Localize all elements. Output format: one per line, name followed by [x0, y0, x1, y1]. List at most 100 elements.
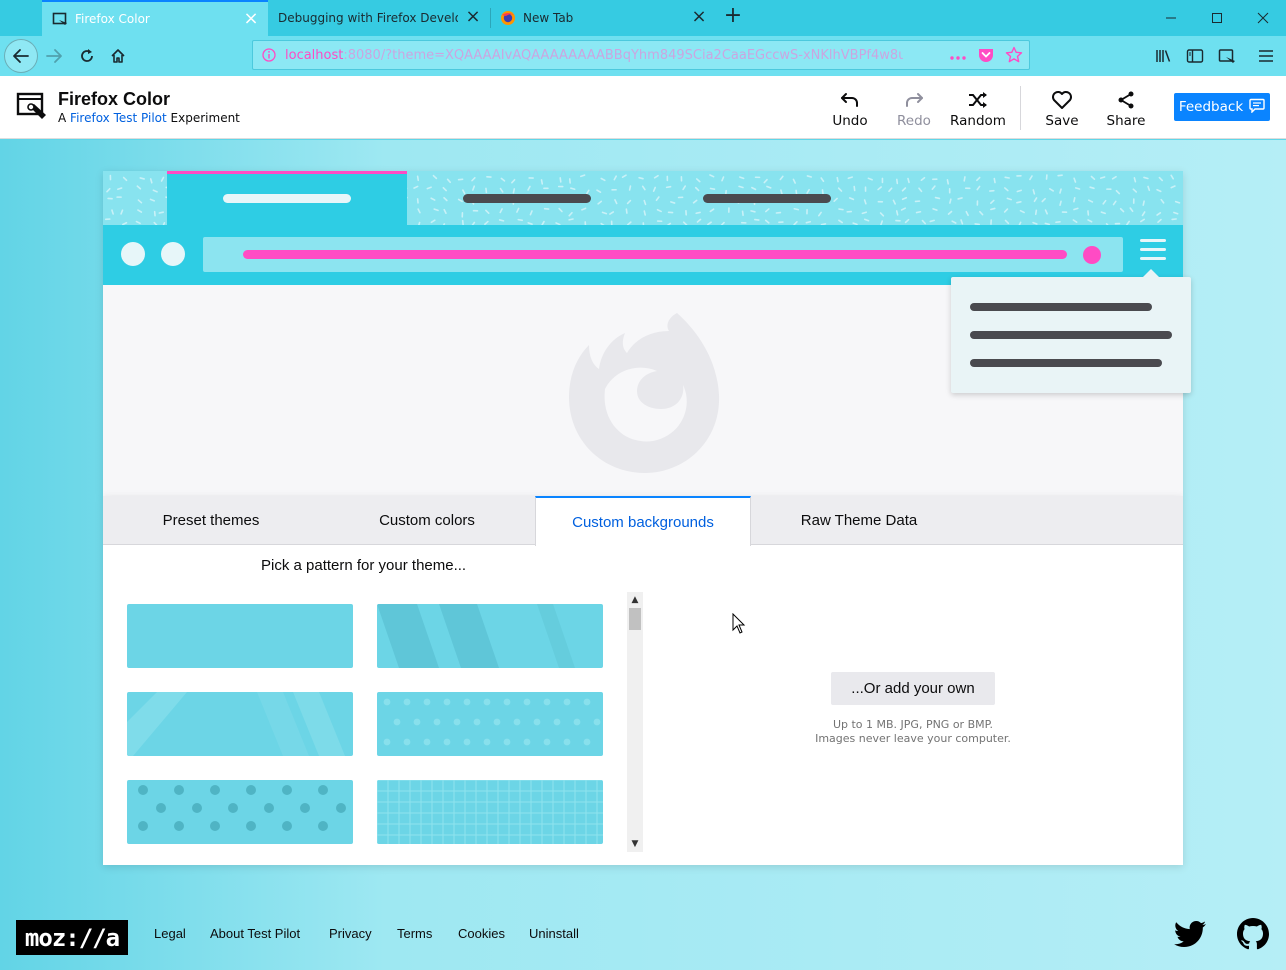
preview-url-bar	[203, 237, 1123, 272]
firefox-color-toolbar-icon[interactable]	[1215, 44, 1239, 68]
pattern-swatch-large-dots[interactable]	[127, 780, 353, 844]
subtitle-prefix: A	[58, 111, 67, 125]
footer-link-privacy[interactable]: Privacy	[329, 926, 372, 941]
random-button[interactable]: Random	[948, 90, 1008, 130]
pattern-list-scrollbar[interactable]: ▲ ▼	[627, 592, 643, 852]
scroll-thumb[interactable]	[629, 608, 641, 630]
pocket-icon[interactable]	[977, 46, 995, 68]
close-window-icon[interactable]	[1240, 0, 1286, 36]
preview-tab-title-bar	[223, 194, 351, 203]
back-arrow-icon[interactable]	[4, 39, 38, 73]
footer-link-about-test-pilot[interactable]: About Test Pilot	[210, 926, 300, 941]
hamburger-menu-icon[interactable]	[1254, 44, 1278, 68]
upload-privacy-hint: Images never leave your computer.	[815, 732, 1011, 745]
redo-icon	[903, 90, 925, 110]
tab-custom-backgrounds[interactable]: Custom backgrounds	[535, 496, 751, 546]
pattern-swatch-stripes-dark[interactable]	[377, 604, 603, 668]
info-icon[interactable]	[262, 48, 276, 62]
bookmark-star-icon[interactable]	[1005, 46, 1023, 68]
preview-tab-title-bar	[703, 194, 831, 203]
mouse-cursor-icon	[732, 613, 746, 634]
preview-menu-icon	[1140, 239, 1166, 267]
preview-url-dot	[1083, 246, 1101, 264]
feedback-label: Feedback	[1178, 99, 1244, 115]
preview-tab-title-bar	[463, 194, 591, 203]
browser-tab-new-tab[interactable]: New Tab ×	[490, 0, 716, 36]
preview-popup-line	[970, 303, 1152, 311]
url-path: :8080/?theme=XQAAAAIvAQAAAAAAAABBqYhm849…	[343, 47, 904, 63]
maximize-window-icon[interactable]	[1194, 0, 1240, 36]
dots-pattern	[383, 698, 601, 746]
page-actions-icon[interactable]	[949, 50, 967, 65]
redo-button[interactable]: Redo	[884, 90, 944, 130]
preview-nav-dot	[121, 242, 145, 266]
tab-title: Debugging with Firefox Developer	[278, 11, 458, 25]
home-icon[interactable]	[106, 44, 130, 68]
github-icon[interactable]	[1236, 917, 1270, 951]
save-button[interactable]: Save	[1032, 90, 1092, 130]
firefox-color-favicon-icon	[52, 11, 68, 27]
close-tab-icon[interactable]: ×	[690, 8, 708, 26]
footer-link-terms[interactable]: Terms	[397, 926, 432, 941]
preview-popup-menu	[951, 269, 1191, 393]
reload-icon[interactable]	[75, 44, 99, 68]
firefox-watermark-icon	[569, 313, 720, 473]
pattern-swatch-plain[interactable]	[127, 604, 353, 668]
browser-tab-bar: Firefox Color × Debugging with Firefox D…	[0, 0, 1286, 36]
feedback-button[interactable]: Feedback	[1174, 93, 1270, 121]
app-subtitle: A Firefox Test Pilot Experiment	[58, 111, 240, 125]
sidebar-icon[interactable]	[1183, 44, 1207, 68]
firefox-favicon-icon	[500, 10, 516, 26]
preview-tab-strip	[103, 171, 1183, 225]
close-tab-icon[interactable]: ×	[464, 8, 482, 26]
tab-raw-theme-data[interactable]: Raw Theme Data	[751, 496, 967, 545]
share-icon	[1115, 90, 1137, 110]
library-icon[interactable]	[1152, 44, 1176, 68]
pattern-swatch-grid[interactable]	[377, 780, 603, 844]
preview-popup-line	[970, 359, 1162, 367]
footer-link-cookies[interactable]: Cookies	[458, 926, 505, 941]
upload-size-hint: Up to 1 MB. JPG, PNG or BMP.	[832, 718, 994, 731]
footer-link-uninstall[interactable]: Uninstall	[529, 926, 579, 941]
stripes-pattern	[127, 692, 345, 756]
heart-icon	[1051, 90, 1073, 110]
pattern-swatch-stripes-light[interactable]	[127, 692, 353, 756]
popup-arrow	[1143, 269, 1159, 277]
tab-title: Firefox Color	[75, 12, 150, 26]
scroll-down-icon[interactable]: ▼	[627, 836, 643, 852]
firefox-color-logo-icon	[16, 90, 48, 122]
footer-link-legal[interactable]: Legal	[154, 926, 186, 941]
app-title: Firefox Color	[58, 89, 171, 109]
twitter-icon[interactable]	[1174, 917, 1208, 951]
stripes-pattern	[377, 604, 575, 668]
undo-label: Undo	[832, 113, 868, 129]
preview-nav-dot	[161, 242, 185, 266]
new-tab-button[interactable]: +	[720, 4, 746, 30]
scroll-up-icon[interactable]: ▲	[627, 592, 643, 608]
pattern-picker-heading: Pick a pattern for your theme...	[261, 557, 467, 574]
share-button[interactable]: Share	[1096, 90, 1156, 130]
grid-pattern	[377, 780, 603, 844]
close-tab-icon[interactable]: ×	[242, 10, 260, 28]
test-pilot-link[interactable]: Firefox Test Pilot	[70, 111, 167, 125]
pattern-swatch-small-dots[interactable]	[377, 692, 603, 756]
random-label: Random	[950, 113, 1006, 129]
url-host: localhost	[285, 47, 344, 63]
mozilla-logo[interactable]: moz://a	[16, 920, 128, 955]
minimize-window-icon[interactable]	[1148, 0, 1194, 36]
dots-pattern	[138, 785, 346, 831]
editor-tabs: Preset themes Custom colors Custom backg…	[103, 496, 1183, 546]
add-own-image-button[interactable]: ...Or add your own	[831, 672, 995, 705]
preview-url-text-bar	[243, 250, 1067, 259]
save-label: Save	[1045, 113, 1079, 129]
tab-custom-colors[interactable]: Custom colors	[319, 496, 535, 545]
tab-preset-themes[interactable]: Preset themes	[103, 496, 319, 545]
chat-bubble-icon	[1249, 98, 1265, 117]
browser-tab-firefox-color[interactable]: Firefox Color ×	[42, 0, 268, 36]
undo-button[interactable]: Undo	[820, 90, 880, 130]
url-bar[interactable]: localhost :8080/?theme=XQAAAAIvAQAAAAAAA…	[252, 40, 1030, 70]
theme-preview	[103, 171, 1191, 496]
browser-tab-debugging[interactable]: Debugging with Firefox Developer ×	[268, 0, 490, 36]
forward-arrow-icon[interactable]	[42, 44, 66, 68]
undo-icon	[839, 90, 861, 110]
